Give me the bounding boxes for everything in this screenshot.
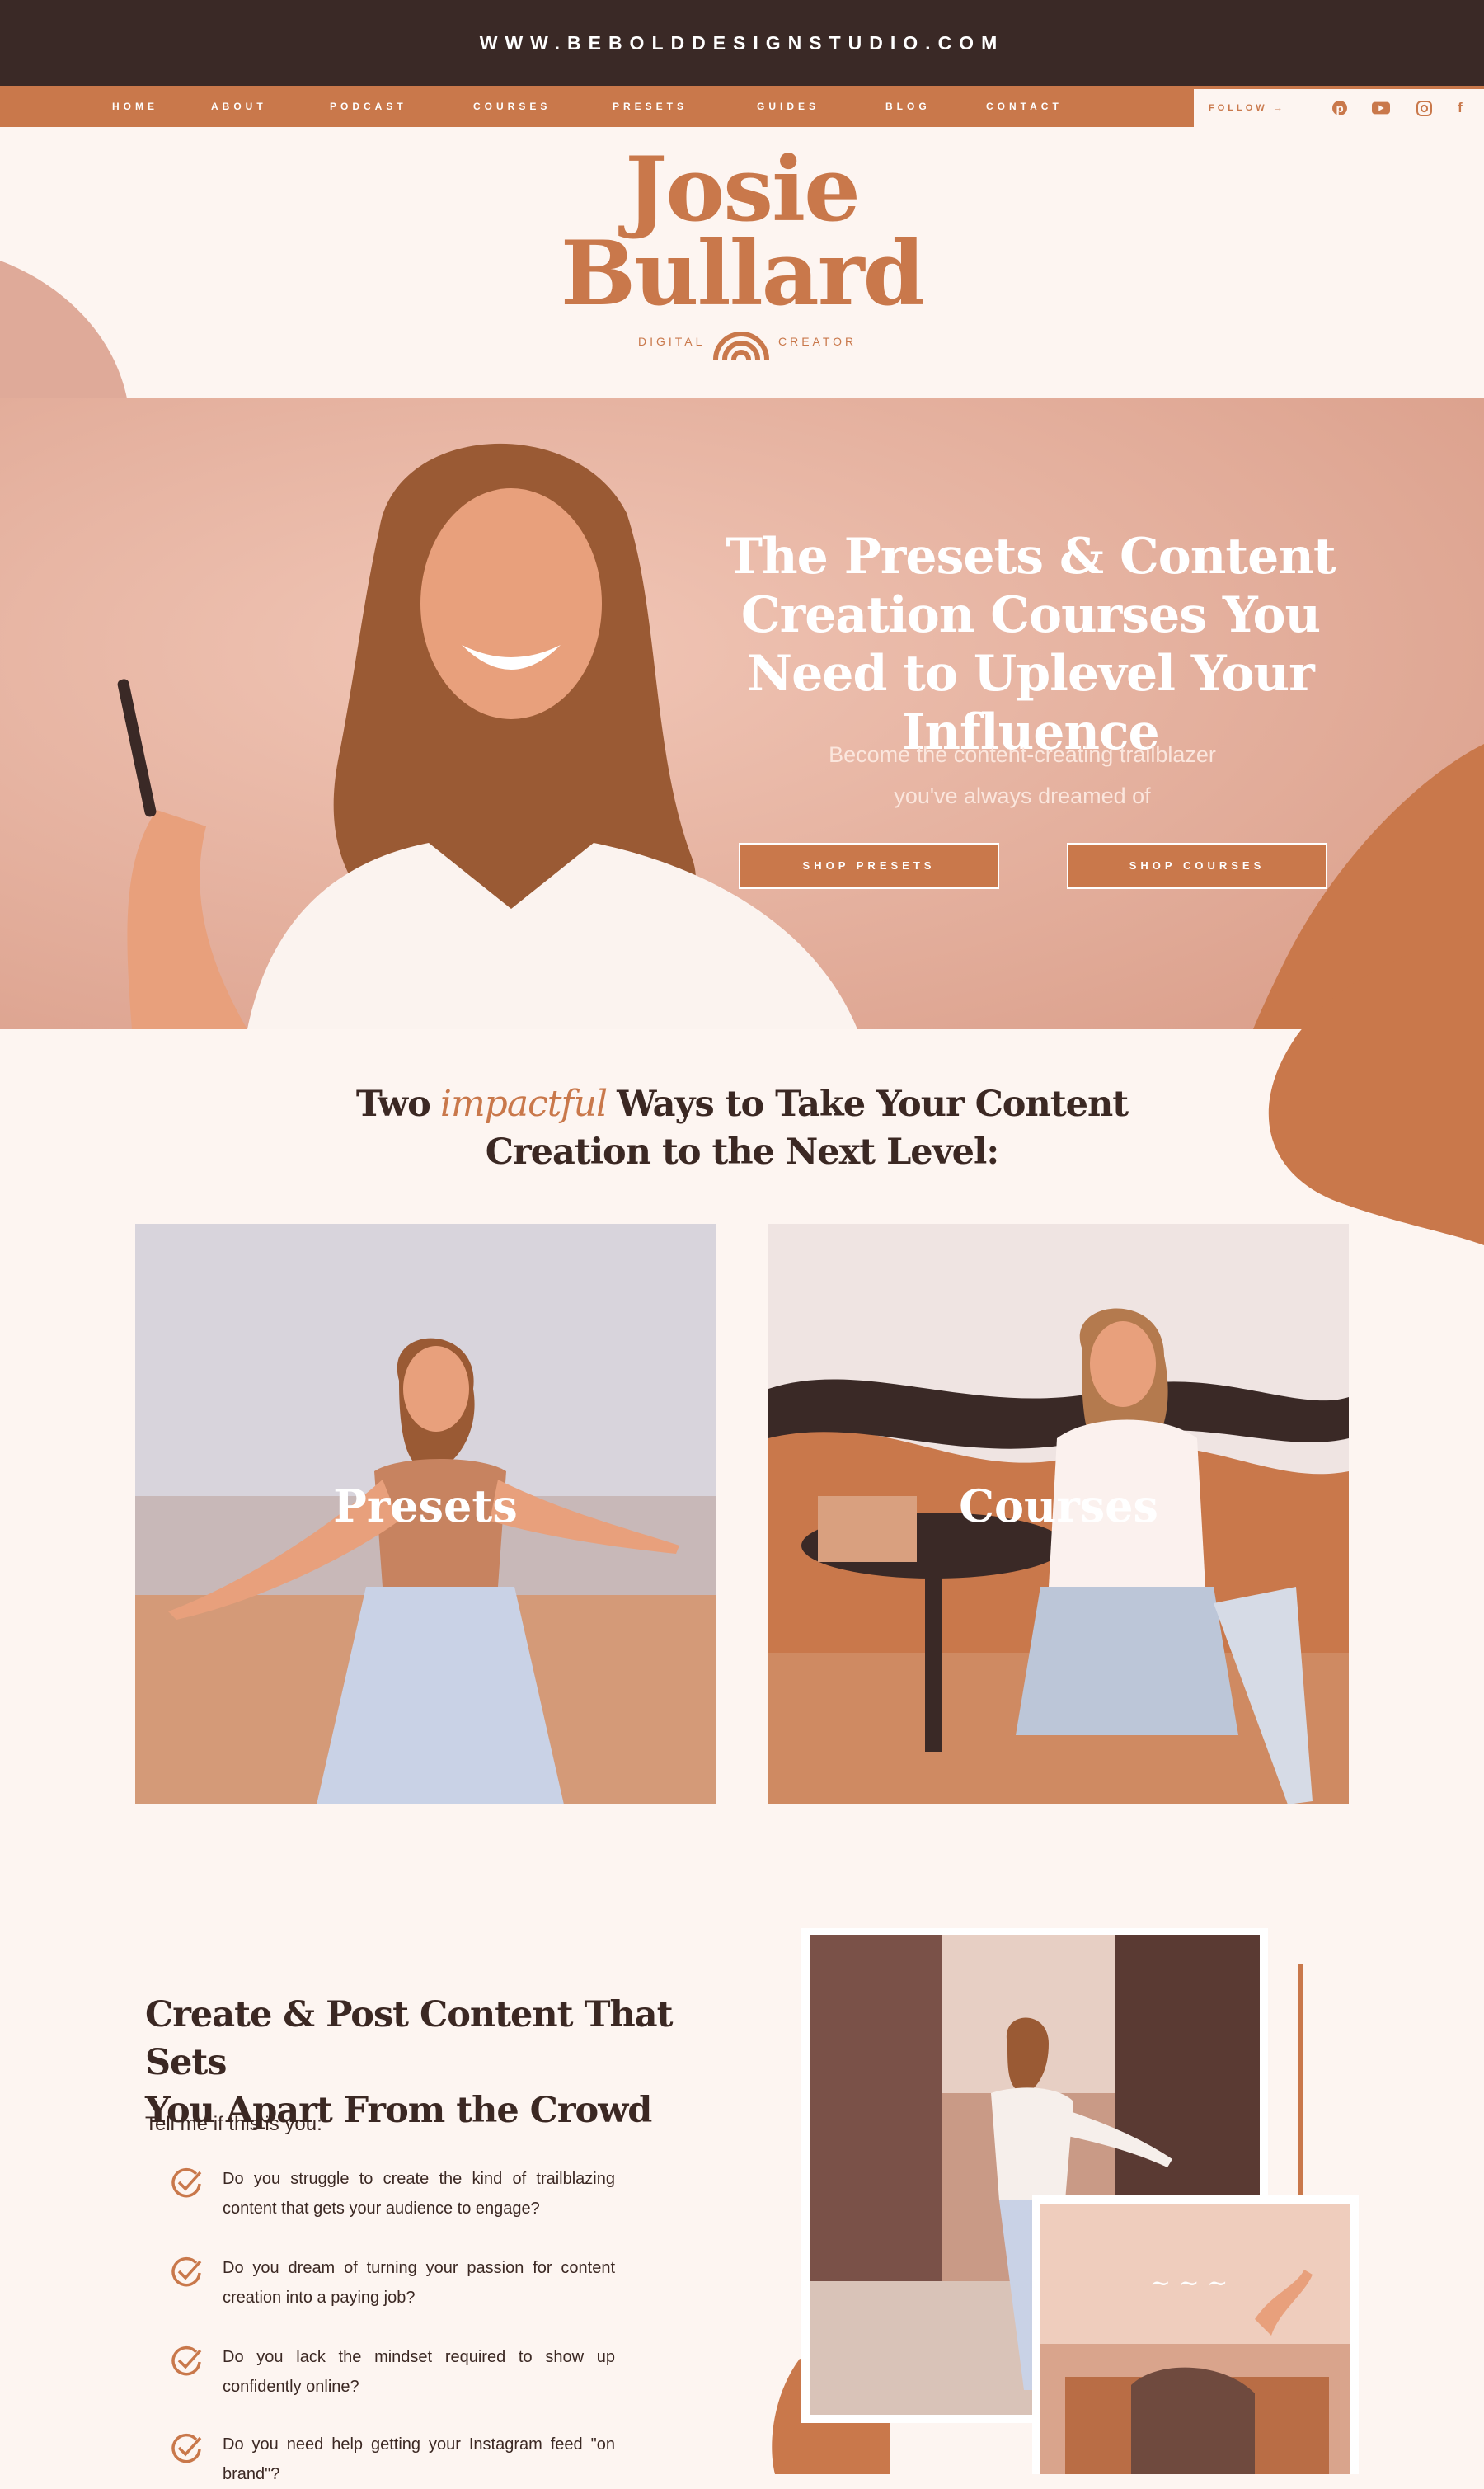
pinterest-icon[interactable]: p xyxy=(1331,99,1349,117)
rainbow-logo-icon xyxy=(713,332,769,360)
ways-title-part-1: Two xyxy=(355,1084,431,1125)
facebook-icon[interactable]: f xyxy=(1451,99,1469,117)
checklist-text: Do you need help getting your Instagram … xyxy=(223,2435,615,2483)
neon-sign-photo: ~ ~ ~ xyxy=(1040,2204,1350,2474)
presets-card-label: Presets xyxy=(333,1480,518,1532)
courses-card-label: Courses xyxy=(959,1480,1158,1532)
checklist-text: Do you struggle to create the kind of tr… xyxy=(223,2170,615,2218)
ways-title-part-2: Ways to Take Your Content xyxy=(617,1084,1129,1125)
lower-title-line-1: Create & Post Content That Sets xyxy=(145,1994,673,2083)
nav-courses[interactable]: COURSES xyxy=(473,86,551,127)
ways-title: Two impactful Ways to Take Your Content Cr… xyxy=(313,1080,1171,1176)
logo-first-name: Josie xyxy=(625,138,861,242)
site-url[interactable]: WWW.BEBOLDDESIGNSTUDIO.COM xyxy=(480,32,1004,54)
main-nav: HOME ABOUT PODCAST COURSES PRESETS GUIDE… xyxy=(0,86,1484,127)
logo-creator: CREATOR xyxy=(778,335,857,348)
nav-presets[interactable]: PRESETS xyxy=(613,86,688,127)
ways-title-line-2: Creation to the Next Level: xyxy=(485,1132,999,1173)
nav-guides[interactable]: GUIDES xyxy=(757,86,819,127)
decorative-blob-right xyxy=(1268,932,1484,1245)
logo-digital: DIGITAL xyxy=(638,335,706,348)
hero-subtitle-line-1: Become the content-creating trailblazer xyxy=(829,742,1216,767)
hero-subtitle: Become the content-creating trailblazer … xyxy=(726,734,1319,816)
checkmark-circle-icon xyxy=(171,2345,202,2376)
checklist-text: Do you lack the mindset required to show… xyxy=(223,2348,615,2396)
lower-lead: Tell me if this is you: xyxy=(145,2113,322,2135)
nav-podcast[interactable]: PODCAST xyxy=(330,86,407,127)
youtube-icon[interactable] xyxy=(1372,99,1390,117)
shop-courses-button[interactable]: SHOP COURSES xyxy=(1067,843,1327,889)
presets-card[interactable]: Presets xyxy=(135,1224,716,1804)
collage-photo-2-frame: ~ ~ ~ xyxy=(1032,2195,1359,2474)
follow-bar: FOLLOW → p f xyxy=(1194,89,1484,127)
nav-contact[interactable]: CONTACT xyxy=(986,86,1063,127)
hero-subtitle-line-2: you've always dreamed of xyxy=(894,783,1151,808)
nav-about[interactable]: ABOUT xyxy=(211,86,267,127)
nav-home[interactable]: HOME xyxy=(112,86,158,127)
instagram-icon[interactable] xyxy=(1415,99,1433,117)
checkmark-circle-icon xyxy=(171,2256,202,2287)
svg-text:~ ~ ~: ~ ~ ~ xyxy=(1150,2269,1228,2298)
top-url-bar: WWW.BEBOLDDESIGNSTUDIO.COM xyxy=(0,0,1484,86)
checkmark-circle-icon xyxy=(171,2433,202,2463)
checklist-text: Do you dream of turning your passion for… xyxy=(223,2259,615,2307)
logo-last-name: Bullard xyxy=(560,222,925,326)
follow-label: FOLLOW → xyxy=(1209,103,1286,113)
checkmark-circle-icon xyxy=(171,2167,202,2198)
ways-title-script: impactful xyxy=(439,1083,608,1125)
shop-presets-button[interactable]: SHOP PRESETS xyxy=(739,843,999,889)
svg-text:p: p xyxy=(1336,103,1343,115)
nav-blog[interactable]: BLOG xyxy=(885,86,931,127)
courses-card[interactable]: Courses xyxy=(768,1224,1349,1804)
hero-title: The Presets & Content Creation Courses Y… xyxy=(726,528,1336,761)
